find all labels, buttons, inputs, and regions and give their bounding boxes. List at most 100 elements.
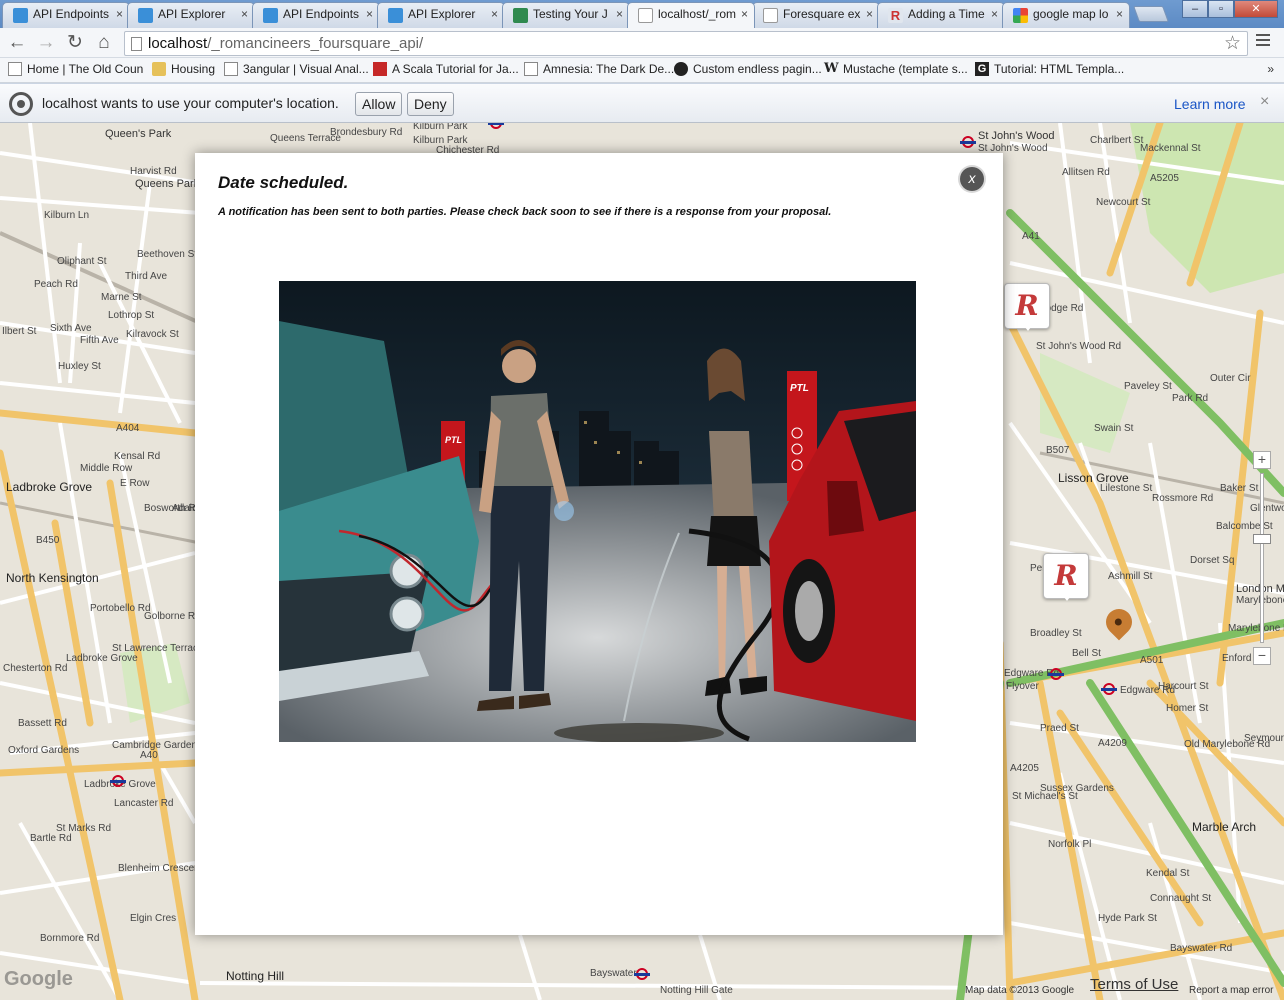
- bookmark-item[interactable]: W Mustache (template s...: [824, 62, 968, 77]
- maximize-button[interactable]: ▫: [1208, 0, 1234, 18]
- street-label: Sixth Ave: [50, 323, 92, 334]
- restaurant-marker[interactable]: R: [1043, 553, 1089, 601]
- bookmark-star-icon[interactable]: ☆: [1224, 32, 1241, 55]
- map-attribution: Map data ©2013 Google: [965, 985, 1075, 996]
- google-icon: [1013, 8, 1028, 23]
- close-icon[interactable]: ×: [616, 3, 623, 25]
- tab-api-endpoints-2[interactable]: API Endpoints ×: [252, 2, 380, 28]
- restaurant-marker[interactable]: R: [1004, 283, 1050, 331]
- bookmark-item[interactable]: Home | The Old Coun: [8, 62, 143, 76]
- close-icon[interactable]: ×: [366, 3, 373, 25]
- street-label: Fifth Ave: [80, 335, 119, 346]
- page-icon: [224, 62, 238, 76]
- tab-api-endpoints-1[interactable]: API Endpoints ×: [2, 2, 130, 28]
- map-label: Notting Hill: [226, 969, 285, 983]
- page-icon: [8, 62, 22, 76]
- bookmark-item[interactable]: A Scala Tutorial for Ja...: [373, 62, 519, 76]
- home-button[interactable]: ⌂: [93, 32, 115, 54]
- back-button[interactable]: ←: [6, 32, 28, 54]
- tab-strip: API Endpoints × API Explorer × API Endpo…: [0, 0, 1284, 28]
- street-label: Swain St: [1094, 423, 1134, 434]
- street-label: Seymour Pl: [1244, 733, 1284, 744]
- zoom-out-button[interactable]: −: [1253, 647, 1271, 665]
- bookmark-item[interactable]: 3angular | Visual Anal...: [224, 62, 369, 76]
- report-map-error-link[interactable]: Report a map error: [1189, 985, 1273, 996]
- terms-of-use-link[interactable]: Terms of Use: [1090, 976, 1178, 993]
- street-label: Golborne Rd: [144, 611, 201, 622]
- learn-more-link[interactable]: Learn more: [1174, 96, 1246, 112]
- window-close-button[interactable]: ✕: [1234, 0, 1278, 18]
- zoom-slider-thumb[interactable]: [1253, 534, 1271, 544]
- close-icon[interactable]: ×: [491, 3, 498, 25]
- bookmark-item[interactable]: Custom endless pagin...: [674, 62, 822, 76]
- close-icon[interactable]: ×: [991, 3, 998, 25]
- check-blue-icon: [388, 8, 403, 23]
- street-label: Ashmill St: [1108, 571, 1153, 582]
- street-label: Third Ave: [125, 271, 168, 282]
- deny-button[interactable]: Deny: [407, 92, 454, 116]
- close-icon[interactable]: ×: [1116, 3, 1123, 25]
- street-label: Lothrop St: [108, 310, 155, 321]
- page-icon: [524, 62, 538, 76]
- tab-api-explorer-2[interactable]: API Explorer ×: [377, 2, 505, 28]
- bookmark-item[interactable]: Amnesia: The Dark De...: [524, 62, 674, 76]
- address-bar[interactable]: localhost/_romancineers_foursquare_api/ …: [124, 31, 1248, 56]
- street-label: Norfolk Pl: [1048, 839, 1092, 850]
- tab-testing[interactable]: Testing Your J ×: [502, 2, 630, 28]
- tab-foresquare[interactable]: Foresquare ex ×: [752, 2, 880, 28]
- tube-station-icon: [634, 968, 650, 980]
- station-label: Edgware Rd: [1120, 685, 1176, 696]
- tab-api-explorer-1[interactable]: API Explorer ×: [127, 2, 255, 28]
- street-label: Ilbert St: [2, 326, 37, 337]
- photo-illustration: PTL PTL: [279, 281, 916, 742]
- street-label: Lilestone St: [1100, 483, 1153, 494]
- street-label: Hyde Park St: [1098, 913, 1157, 924]
- street-label: Queens Terrace: [270, 133, 341, 144]
- street-label: A4205: [1010, 763, 1039, 774]
- google-logo[interactable]: Google: [4, 968, 73, 991]
- street-label: Bayswater Rd: [1170, 943, 1233, 954]
- close-icon[interactable]: ×: [866, 3, 873, 25]
- tube-station-icon: [110, 775, 126, 787]
- menu-icon[interactable]: [1256, 34, 1270, 49]
- street-label: Oxford Gardens: [8, 745, 80, 756]
- street-label: Oliphant St: [57, 256, 107, 267]
- street-label: Kensal Rd: [114, 451, 161, 462]
- close-icon[interactable]: ×: [241, 3, 248, 25]
- scala-icon: [373, 62, 387, 76]
- bookmarks-overflow-button[interactable]: »: [1267, 62, 1274, 76]
- street-label: Charlbert St: [1090, 135, 1144, 146]
- close-icon[interactable]: ×: [1260, 93, 1269, 111]
- minimize-button[interactable]: –: [1182, 0, 1208, 18]
- plus-green-icon: [513, 8, 528, 23]
- close-icon[interactable]: ×: [741, 3, 748, 25]
- geolocation-infobar: localhost wants to use your computer's l…: [0, 84, 1284, 123]
- zoom-in-button[interactable]: +: [1253, 451, 1271, 469]
- street-label: Allitsen Rd: [1062, 167, 1110, 178]
- street-label: St John's Wood Rd: [1036, 341, 1122, 352]
- allow-button[interactable]: Allow: [355, 92, 403, 116]
- bookmark-item[interactable]: G Tutorial: HTML Templa...: [975, 62, 1124, 76]
- street-label: Kilburn Ln: [44, 210, 90, 221]
- street-label: Broadley St: [1030, 628, 1082, 639]
- station-label: Kilburn Park: [413, 123, 468, 132]
- zoom-control: + −: [1253, 451, 1271, 671]
- reload-button[interactable]: ↻: [64, 32, 86, 54]
- zoom-slider[interactable]: [1253, 473, 1271, 643]
- tab-google-map[interactable]: google map lo ×: [1002, 2, 1130, 28]
- forward-button[interactable]: →: [35, 32, 57, 54]
- modal-title: Date scheduled.: [218, 173, 349, 192]
- street-label: Park Rd: [1172, 393, 1209, 404]
- new-tab-button[interactable]: [1133, 6, 1169, 22]
- url-text[interactable]: localhost/_romancineers_foursquare_api/: [148, 35, 423, 52]
- street-label: A40: [140, 750, 158, 761]
- street-label: Bassett Rd: [18, 718, 67, 729]
- bookmark-folder[interactable]: Housing: [152, 62, 215, 76]
- close-icon[interactable]: ×: [116, 3, 123, 25]
- street-label: Chesterton Rd: [3, 663, 68, 674]
- map-label: Ladbroke Grove: [6, 480, 93, 494]
- tab-localhost-active[interactable]: localhost/_rom ×: [627, 2, 755, 28]
- modal-close-button[interactable]: x: [960, 167, 984, 191]
- page-icon: [131, 37, 142, 51]
- tab-adding-timeline[interactable]: R Adding a Time ×: [877, 2, 1005, 28]
